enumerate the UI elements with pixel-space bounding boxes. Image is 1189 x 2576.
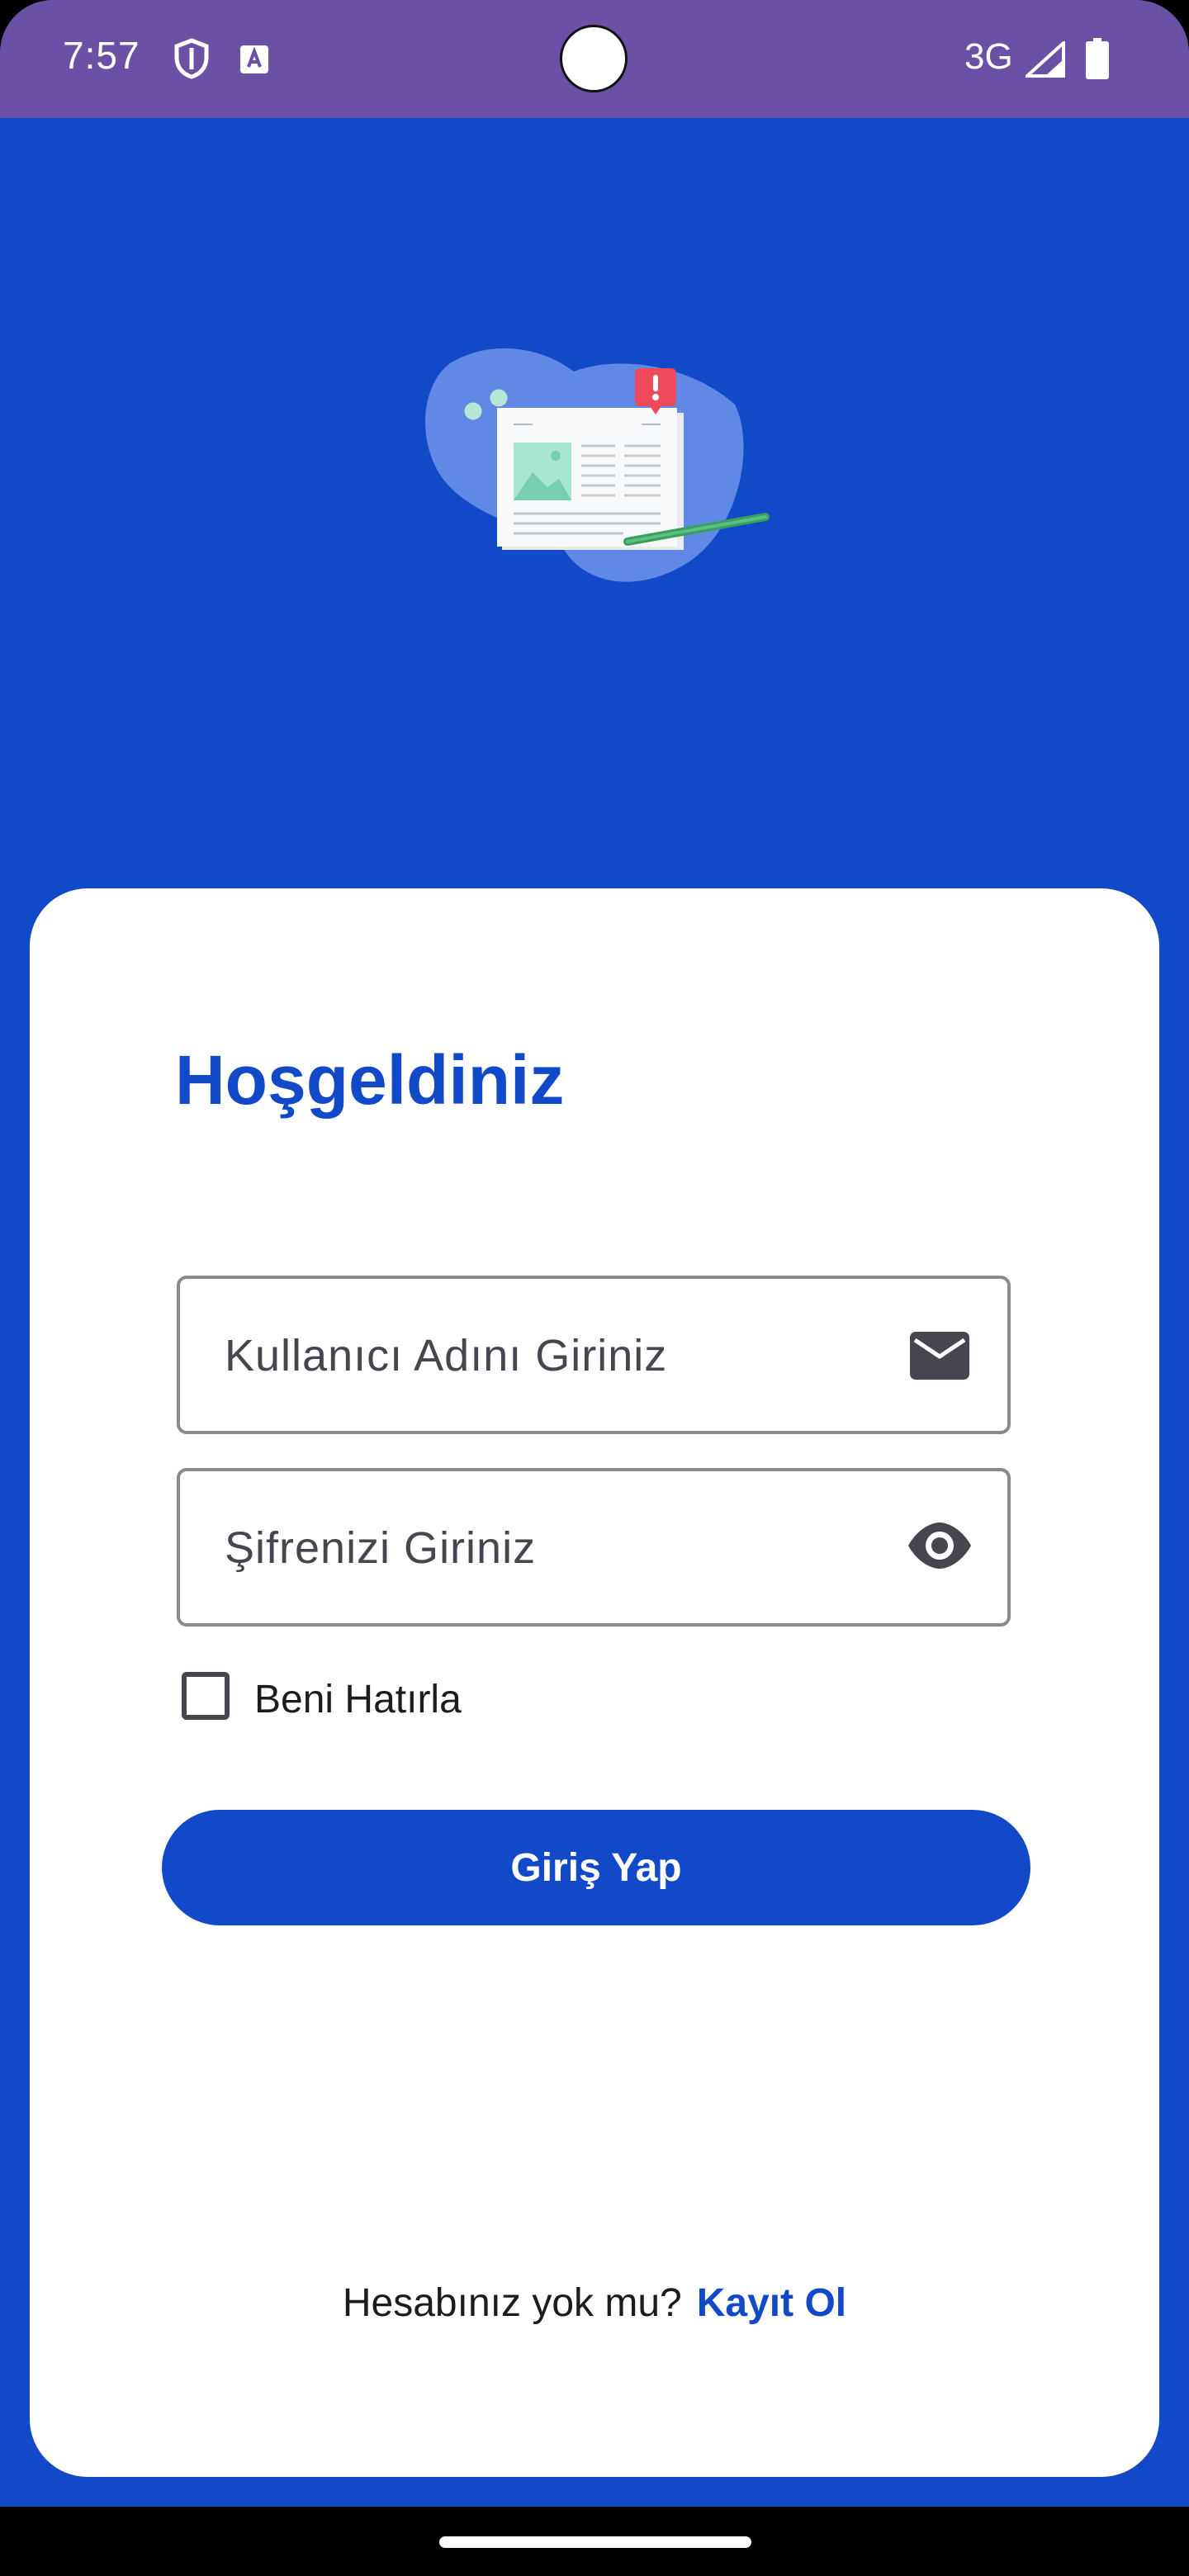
register-prompt: Hesabınız yok mu? Kayıt Ol (30, 2280, 1159, 2326)
newsletter-illustration (425, 348, 770, 582)
login-card: Hoşgeldiniz Kullanıcı Adını Giriniz Şifr… (30, 888, 1159, 2477)
status-time: 7:57 (63, 34, 140, 77)
eye-icon[interactable] (907, 1521, 973, 1570)
navigation-bar (0, 2507, 1189, 2576)
login-screen: 7:57 3G Hoşgeldiniz Kullanıcı Adını Giri… (0, 0, 1189, 2576)
signal-icon (1026, 41, 1065, 78)
register-question: Hesabınız yok mu? (342, 2281, 682, 2325)
password-placeholder: Şifrenizi Giriniz (225, 1523, 537, 1573)
network-type: 3G (964, 36, 1013, 77)
login-button[interactable]: Giriş Yap (162, 1810, 1030, 1925)
battery-icon (1086, 38, 1109, 79)
username-field[interactable]: Kullanıcı Adını Giriniz (177, 1276, 1011, 1434)
mail-icon (910, 1332, 969, 1380)
status-bar: 7:57 3G (0, 0, 1189, 118)
remember-me-label: Beni Hatırla (254, 1678, 462, 1721)
shield-icon (174, 38, 209, 79)
keyboard-a-icon (240, 45, 268, 73)
welcome-title: Hoşgeldiniz (175, 1041, 565, 1119)
username-placeholder: Kullanıcı Adını Giriniz (225, 1331, 668, 1380)
camera-cutout (560, 25, 628, 92)
password-field[interactable]: Şifrenizi Giriniz (177, 1468, 1011, 1627)
remember-me-checkbox[interactable] (182, 1672, 230, 1720)
home-indicator[interactable] (439, 2536, 751, 2548)
register-link[interactable]: Kayıt Ol (697, 2281, 846, 2325)
